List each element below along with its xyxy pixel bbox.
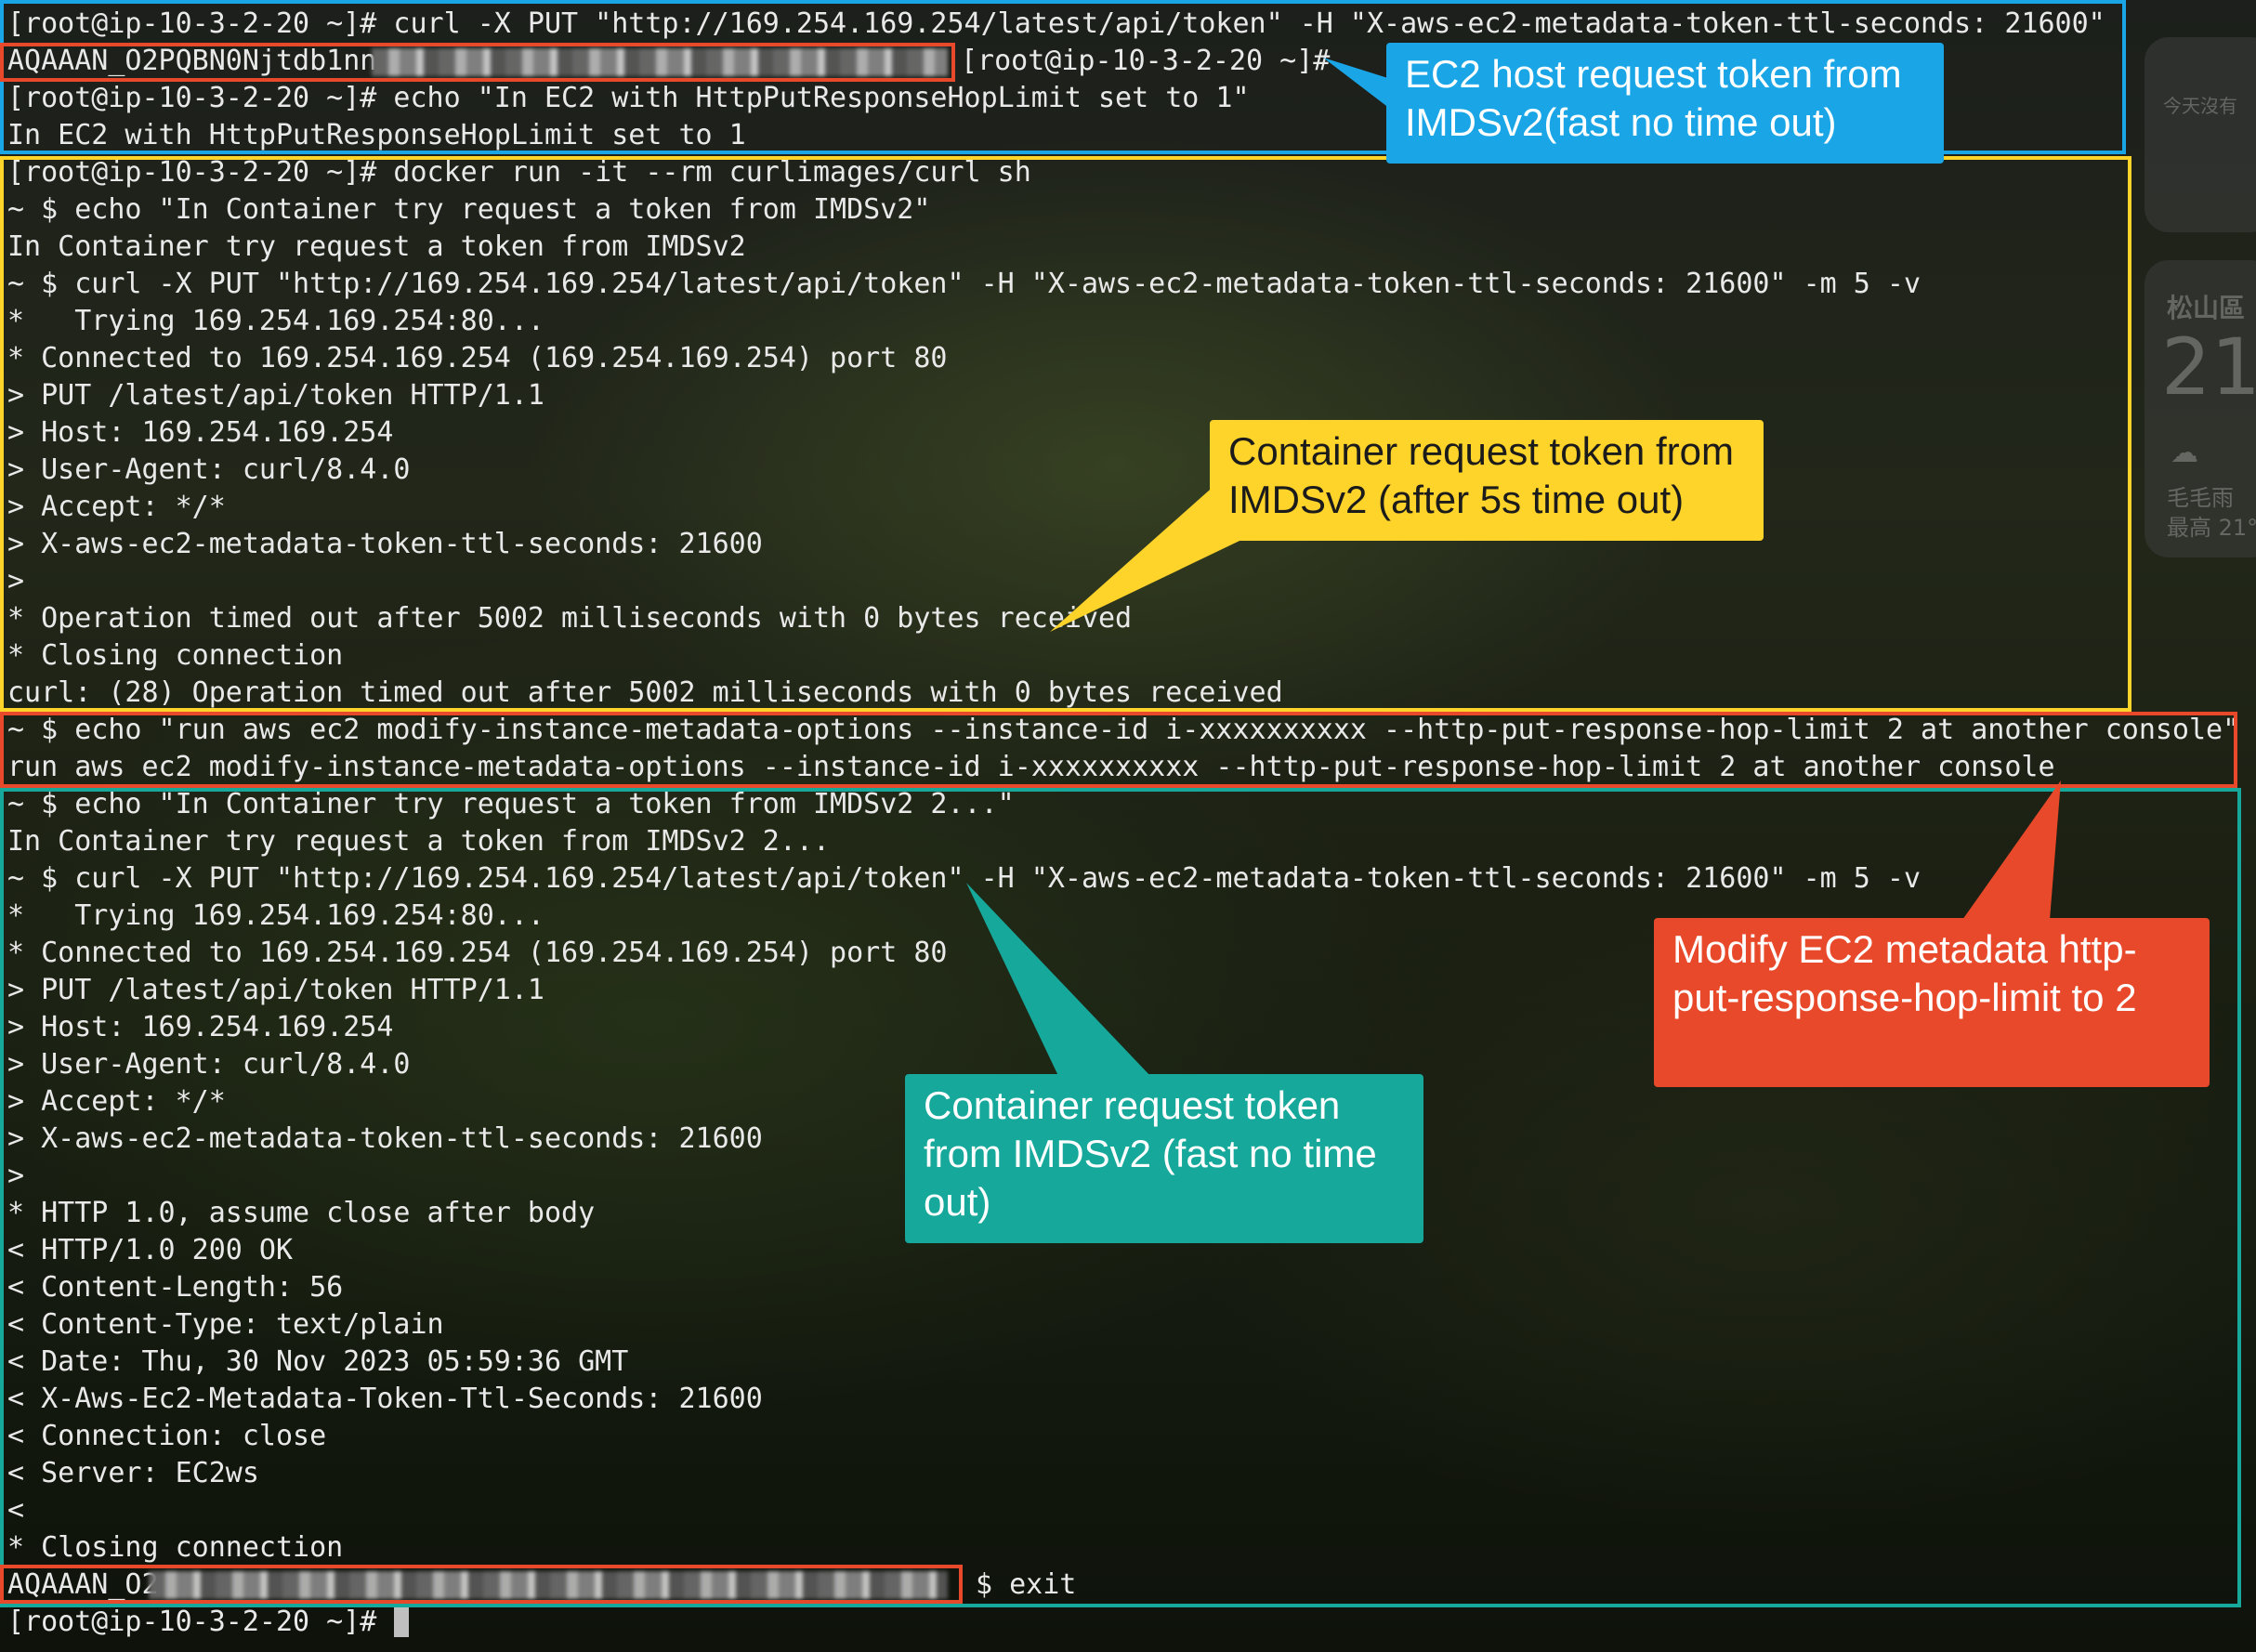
modify-command-highlight-box xyxy=(0,712,2237,788)
token-highlight-box xyxy=(0,43,955,82)
token2-highlight-box xyxy=(0,1565,963,1604)
terminal-prompt[interactable]: [root@ip-10-3-2-20 ~]# xyxy=(7,1604,393,1641)
ec2-host-callout: EC2 host request token from IMDSv2(fast … xyxy=(1386,43,1944,164)
container-fast-callout: Container request token from IMDSv2 (fas… xyxy=(905,1074,1423,1243)
modify-callout: Modify EC2 metadata http-put-response-ho… xyxy=(1654,918,2210,1087)
container-timeout-callout: Container request token from IMDSv2 (aft… xyxy=(1210,420,1764,541)
container-timeout-highlight-box xyxy=(0,156,2131,712)
text-cursor xyxy=(394,1607,409,1637)
